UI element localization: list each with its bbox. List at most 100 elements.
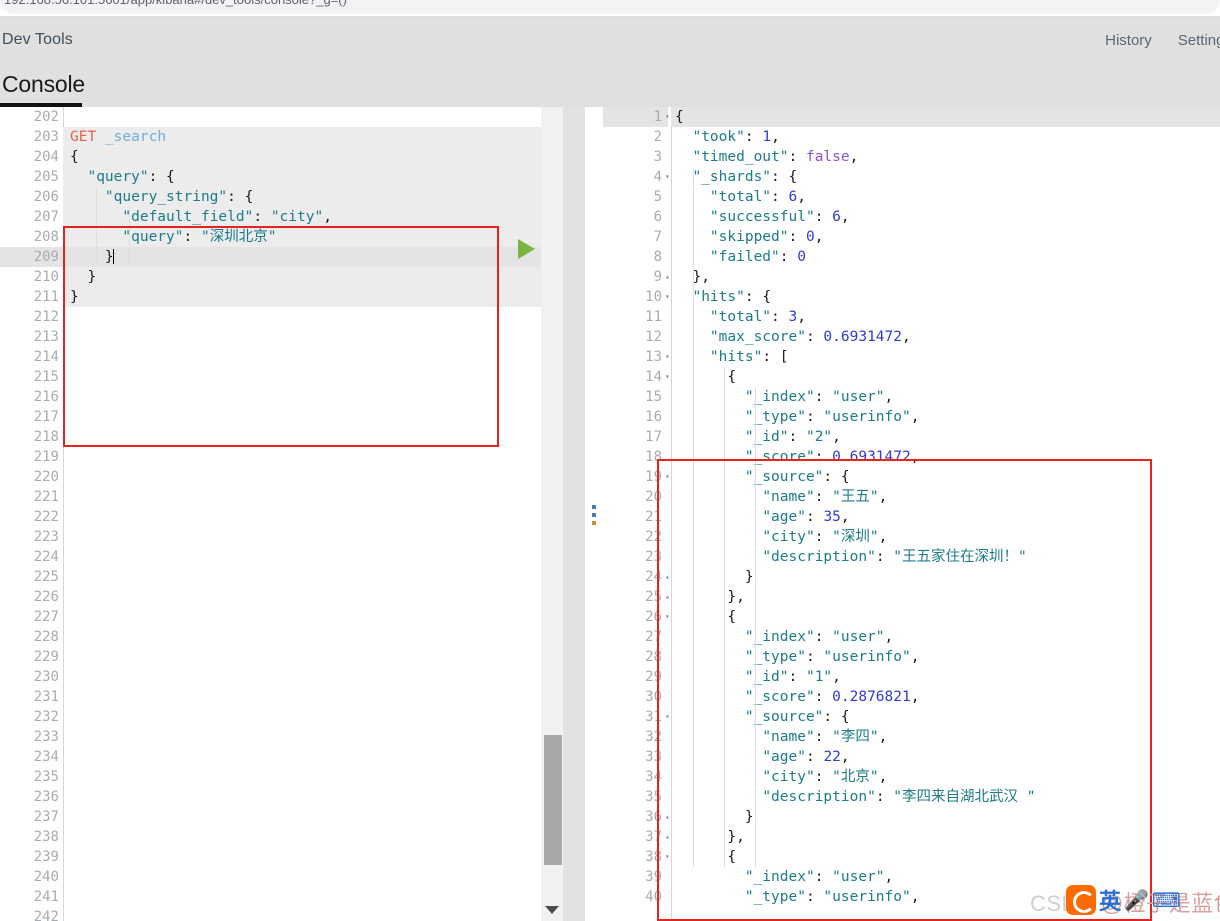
- code-line[interactable]: "_source": {: [671, 467, 1220, 487]
- code-line[interactable]: [63, 687, 563, 707]
- code-line[interactable]: {: [63, 147, 563, 167]
- code-line[interactable]: {: [671, 607, 1220, 627]
- code-line[interactable]: "name": "王五",: [671, 487, 1220, 507]
- code-line[interactable]: {: [671, 847, 1220, 867]
- code-line[interactable]: [63, 107, 563, 127]
- code-line[interactable]: "hits": {: [671, 287, 1220, 307]
- code-line[interactable]: {: [671, 367, 1220, 387]
- code-line[interactable]: "hits": [: [671, 347, 1220, 367]
- code-line[interactable]: [63, 647, 563, 667]
- request-editor-code[interactable]: GET _search{ "query": { "query_string": …: [63, 107, 563, 921]
- code-line[interactable]: "_index": "user",: [671, 387, 1220, 407]
- browser-address-bar[interactable]: 192.168.56.101:5601/app/kibana#/dev_tool…: [0, 0, 1220, 14]
- response-viewer-pane[interactable]: 1 ▾ 2 3 4 ▾ 5 6 7 8 9 ▴ 10 ▾ 11 12 13 ▾ 14 ▾ 15 16 17 18 19 ▾ 20 21…: [603, 107, 1220, 921]
- code-line[interactable]: "age": 35,: [671, 507, 1220, 527]
- code-line[interactable]: }: [671, 807, 1220, 827]
- code-line[interactable]: "_index": "user",: [671, 867, 1220, 887]
- code-line[interactable]: "city": "北京",: [671, 767, 1220, 787]
- code-line[interactable]: [63, 527, 563, 547]
- code-line[interactable]: {: [671, 107, 1220, 127]
- code-line[interactable]: [63, 447, 563, 467]
- code-token: :: [183, 229, 201, 245]
- response-code[interactable]: { "took": 1, "timed_out": false, "_shard…: [671, 107, 1220, 921]
- code-line[interactable]: "_index": "user",: [671, 627, 1220, 647]
- code-line[interactable]: [63, 547, 563, 567]
- code-line[interactable]: "failed": 0: [671, 247, 1220, 267]
- code-line[interactable]: [63, 747, 563, 767]
- code-line[interactable]: [63, 367, 563, 387]
- code-line[interactable]: "default_field": "city",: [63, 207, 563, 227]
- code-line[interactable]: "took": 1,: [671, 127, 1220, 147]
- code-line[interactable]: }: [63, 247, 563, 267]
- code-line[interactable]: "age": 22,: [671, 747, 1220, 767]
- code-line[interactable]: [63, 347, 563, 367]
- code-line[interactable]: "_type": "userinfo",: [671, 887, 1220, 907]
- code-line[interactable]: "query": "深圳北京": [63, 227, 563, 247]
- code-line[interactable]: GET _search: [63, 127, 563, 147]
- code-token: "_id": [744, 669, 789, 685]
- code-line[interactable]: "total": 3,: [671, 307, 1220, 327]
- code-line[interactable]: [63, 427, 563, 447]
- code-line[interactable]: "max_score": 0.6931472,: [671, 327, 1220, 347]
- code-line[interactable]: "skipped": 0,: [671, 227, 1220, 247]
- code-line[interactable]: [63, 567, 563, 587]
- code-line[interactable]: [63, 507, 563, 527]
- code-line[interactable]: },: [671, 587, 1220, 607]
- code-line[interactable]: [63, 467, 563, 487]
- code-line[interactable]: "total": 6,: [671, 187, 1220, 207]
- code-line[interactable]: "_score": 0.6931472,: [671, 447, 1220, 467]
- code-line[interactable]: [63, 407, 563, 427]
- code-line[interactable]: "city": "深圳",: [671, 527, 1220, 547]
- code-line[interactable]: },: [671, 827, 1220, 847]
- code-line[interactable]: [63, 867, 563, 887]
- code-line[interactable]: [63, 727, 563, 747]
- code-line[interactable]: [63, 387, 563, 407]
- app-header: Dev Tools History Settings: [0, 18, 1220, 62]
- code-line[interactable]: },: [671, 267, 1220, 287]
- code-line[interactable]: "_id": "2",: [671, 427, 1220, 447]
- play-icon[interactable]: [518, 239, 535, 259]
- code-line[interactable]: [63, 327, 563, 347]
- code-line[interactable]: "_id": "1",: [671, 667, 1220, 687]
- code-line[interactable]: [63, 827, 563, 847]
- code-line[interactable]: }: [63, 267, 563, 287]
- code-line[interactable]: "_shards": {: [671, 167, 1220, 187]
- code-line[interactable]: "description": "李四来自湖北武汉 ": [671, 787, 1220, 807]
- code-line[interactable]: [63, 307, 563, 327]
- code-line[interactable]: [63, 587, 563, 607]
- code-line[interactable]: "query_string": {: [63, 187, 563, 207]
- code-line[interactable]: [63, 487, 563, 507]
- code-line[interactable]: [63, 807, 563, 827]
- code-line[interactable]: "_source": {: [671, 707, 1220, 727]
- code-line[interactable]: [63, 707, 563, 727]
- indent-guide: [693, 167, 694, 867]
- editor-scroll-down-arrow[interactable]: [545, 906, 559, 914]
- code-line[interactable]: "_score": 0.2876821,: [671, 687, 1220, 707]
- request-editor-pane[interactable]: 202 203 204▾205▾206▾ 207 208 209▴210▴211▴ 212 2…: [0, 107, 585, 921]
- settings-link[interactable]: Settings: [1178, 32, 1220, 49]
- code-line[interactable]: [63, 767, 563, 787]
- code-line[interactable]: [63, 627, 563, 647]
- code-line[interactable]: [63, 887, 563, 907]
- editor-scrollbar-thumb[interactable]: [544, 735, 562, 865]
- code-line[interactable]: "_type": "userinfo",: [671, 407, 1220, 427]
- code-line[interactable]: "successful": 6,: [671, 207, 1220, 227]
- history-link[interactable]: History: [1105, 32, 1152, 49]
- code-line[interactable]: }: [63, 287, 563, 307]
- code-line[interactable]: [63, 907, 563, 921]
- code-line[interactable]: [63, 607, 563, 627]
- code-line[interactable]: "name": "李四",: [671, 727, 1220, 747]
- code-line[interactable]: "description": "王五家住在深圳！": [671, 547, 1220, 567]
- code-line[interactable]: [63, 847, 563, 867]
- code-line[interactable]: "_type": "userinfo",: [671, 647, 1220, 667]
- panel-splitter[interactable]: [585, 107, 603, 921]
- code-line[interactable]: "timed_out": false,: [671, 147, 1220, 167]
- code-token: false: [805, 149, 850, 165]
- code-line[interactable]: [63, 787, 563, 807]
- tab-console[interactable]: Console: [0, 62, 99, 107]
- code-line[interactable]: }: [671, 567, 1220, 587]
- code-line[interactable]: "query": {: [63, 167, 563, 187]
- code-line[interactable]: [63, 667, 563, 687]
- code-token: : {: [744, 289, 772, 305]
